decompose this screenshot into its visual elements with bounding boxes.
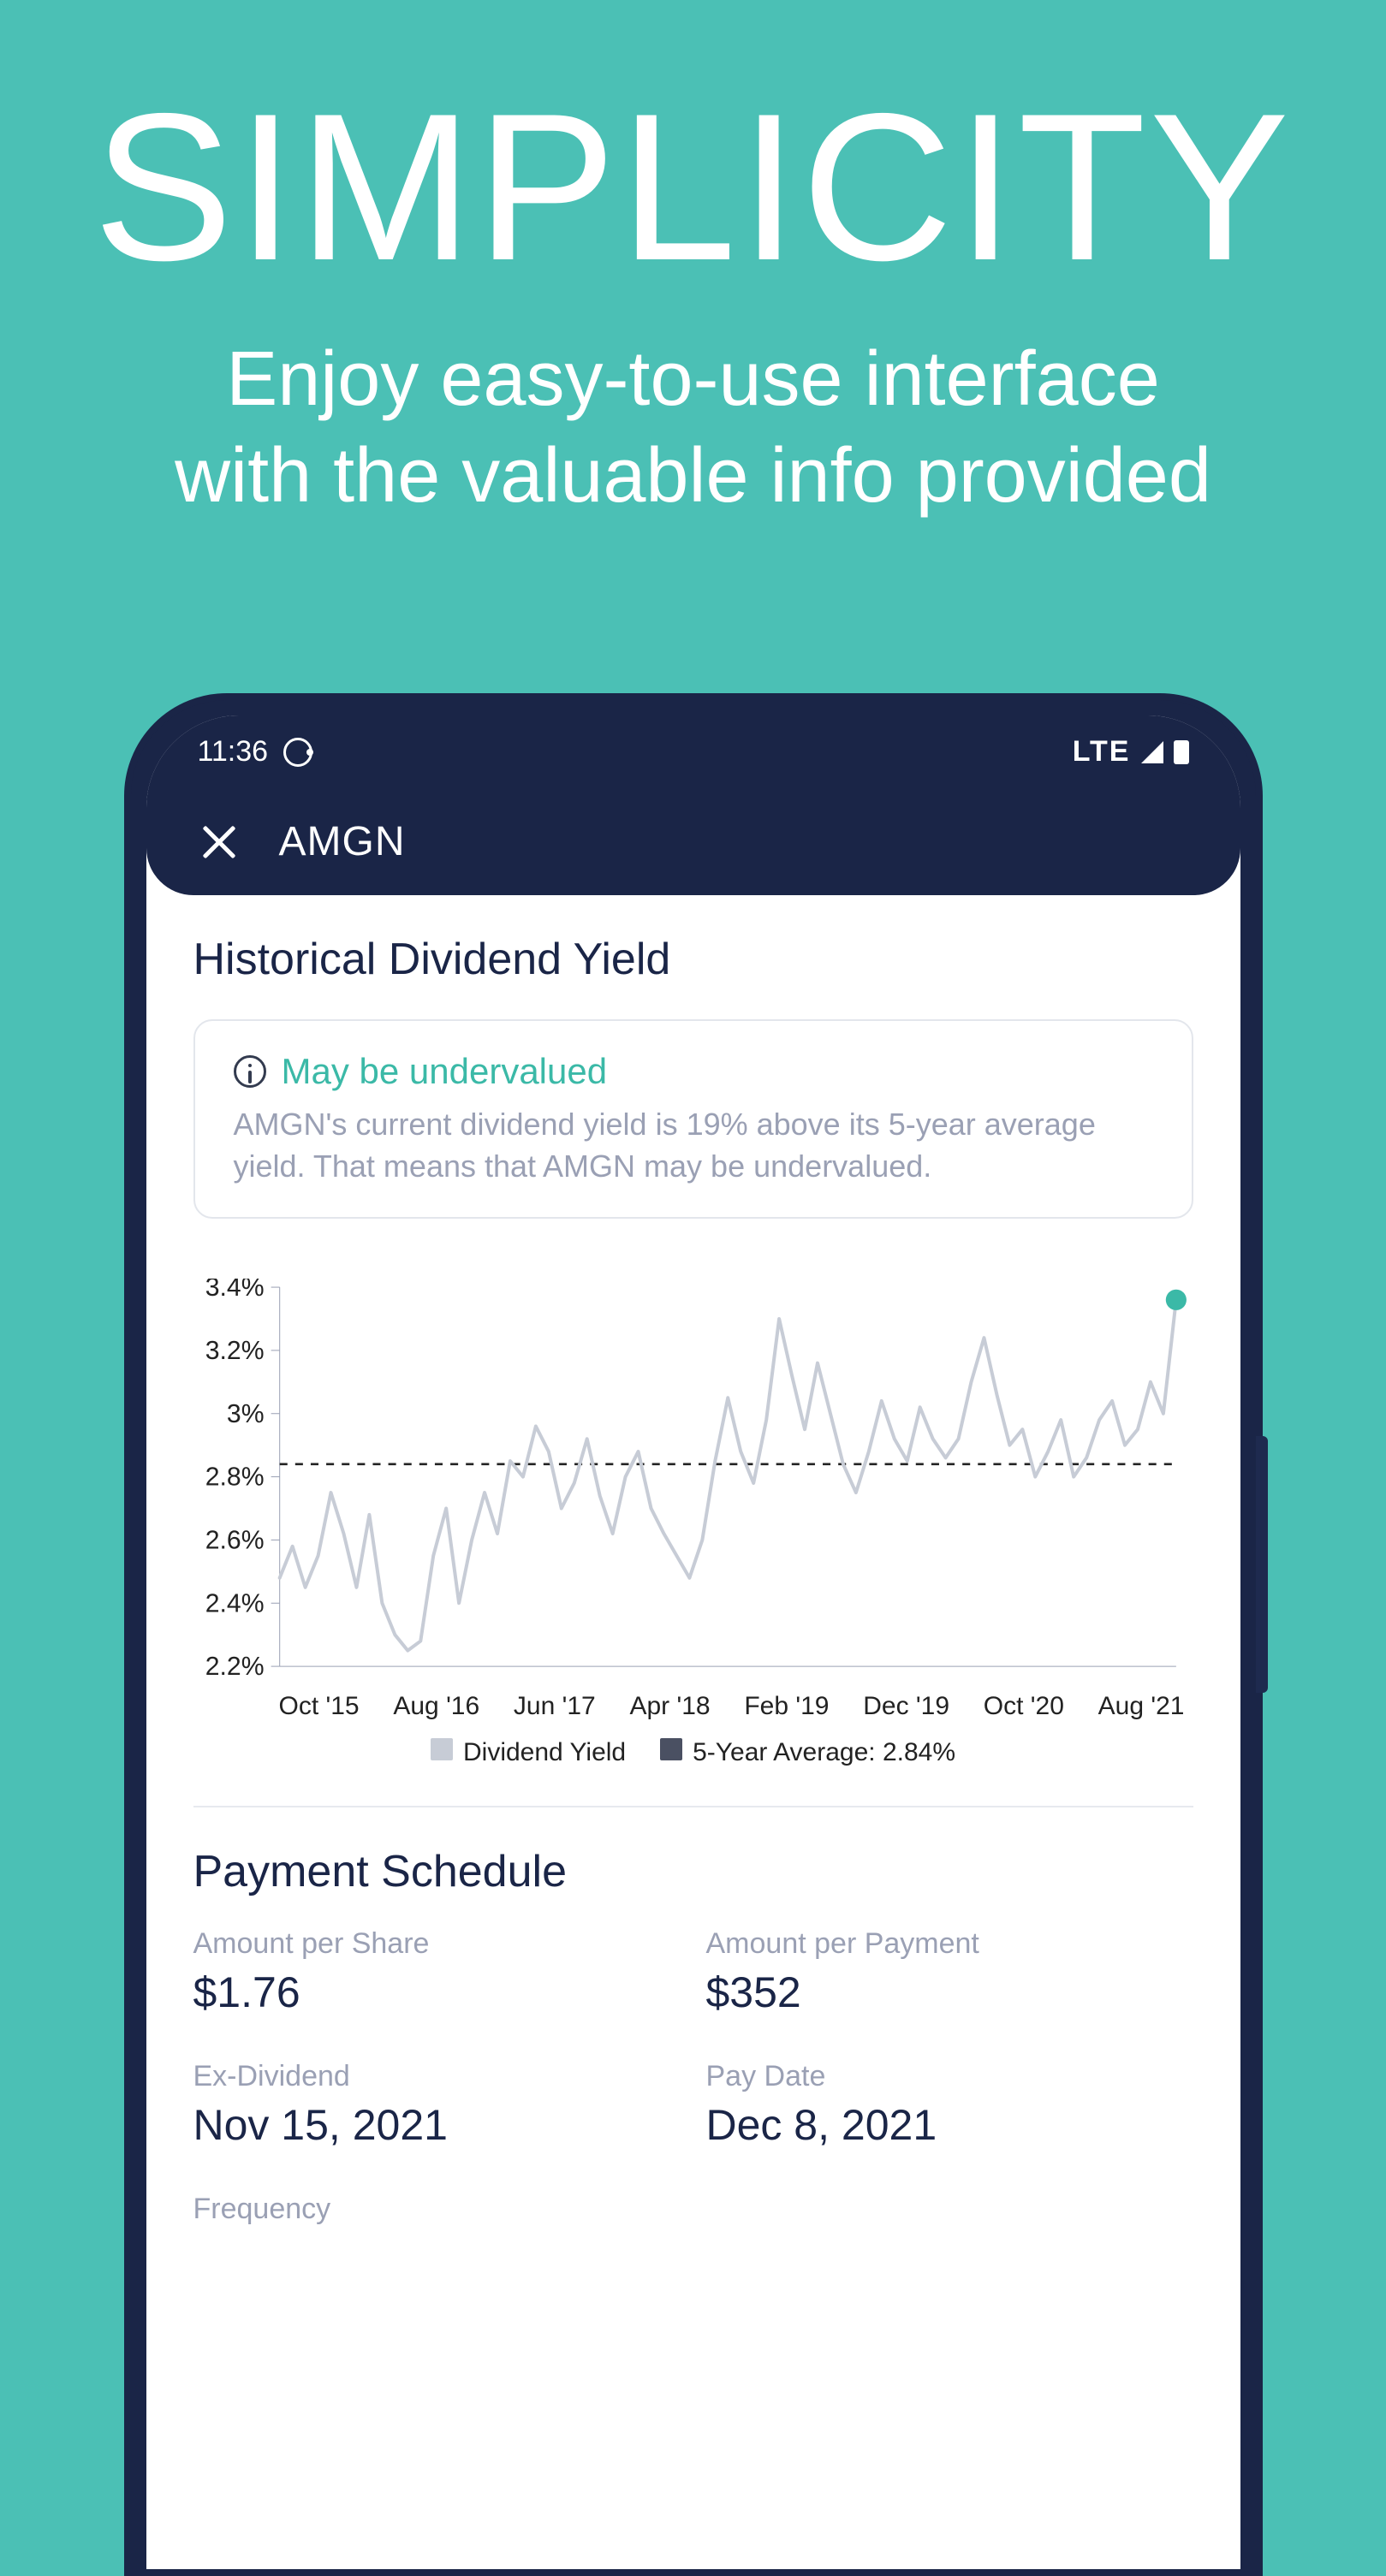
info-headline: May be undervalued xyxy=(282,1051,608,1092)
status-bar: 11:36 LTE xyxy=(146,715,1240,788)
phone-frame: 11:36 LTE AMGN Historical Dividend Yield… xyxy=(124,693,1263,2576)
valuation-info-box: May be undervalued AMGN's current divide… xyxy=(193,1019,1193,1219)
payment-label: Pay Date xyxy=(706,2060,1193,2093)
section-divider xyxy=(193,1806,1193,1807)
info-icon xyxy=(234,1055,266,1088)
notification-icon xyxy=(283,738,312,767)
x-tick: Feb '19 xyxy=(744,1692,829,1721)
x-tick: Oct '20 xyxy=(984,1692,1064,1721)
x-tick: Dec '19 xyxy=(863,1692,949,1721)
status-time: 11:36 xyxy=(198,735,269,769)
legend-swatch-average xyxy=(660,1738,682,1760)
dividend-yield-chart[interactable]: 3.4% 3.2% 3% 2.8% 2.6% 2.4% 2.2% Oct '15 Aug '1… xyxy=(193,1279,1193,1767)
svg-text:3.4%: 3.4% xyxy=(205,1279,264,1302)
payment-grid: Amount per Share $1.76 Amount per Payment $… xyxy=(193,1927,1193,2233)
section-title: Historical Dividend Yield xyxy=(193,934,1193,985)
x-tick: Jun '17 xyxy=(514,1692,596,1721)
ticker-title: AMGN xyxy=(279,818,406,865)
payment-value: $352 xyxy=(706,1968,1193,2017)
chart-svg: 3.4% 3.2% 3% 2.8% 2.6% 2.4% 2.2% xyxy=(193,1279,1193,1683)
phone-screen: 11:36 LTE AMGN Historical Dividend Yield… xyxy=(146,715,1240,2569)
chart-legend: Dividend Yield 5-Year Average: 2.84% xyxy=(193,1738,1193,1767)
payment-label: Frequency xyxy=(193,2193,681,2226)
app-bar: AMGN xyxy=(146,788,1240,895)
payment-label: Amount per Share xyxy=(193,1927,681,1961)
info-body: AMGN's current dividend yield is 19% abo… xyxy=(234,1104,1153,1187)
network-label: LTE xyxy=(1073,735,1131,769)
svg-text:2.2%: 2.2% xyxy=(205,1653,264,1681)
phone-side-button xyxy=(1256,1436,1268,1693)
battery-icon xyxy=(1174,740,1189,764)
payment-cell: Pay Date Dec 8, 2021 xyxy=(706,2060,1193,2150)
svg-text:3%: 3% xyxy=(226,1400,264,1428)
payment-value: Nov 15, 2021 xyxy=(193,2100,681,2150)
signal-icon xyxy=(1141,741,1163,763)
payment-label: Amount per Payment xyxy=(706,1927,1193,1961)
payment-value: Dec 8, 2021 xyxy=(706,2100,1193,2150)
payment-value: $1.76 xyxy=(193,1968,681,2017)
legend-swatch-series xyxy=(431,1738,453,1760)
hero-title: SIMPLICITY xyxy=(0,77,1386,297)
x-tick: Aug '21 xyxy=(1098,1692,1185,1721)
x-tick: Aug '16 xyxy=(393,1692,479,1721)
svg-text:2.6%: 2.6% xyxy=(205,1527,264,1555)
x-tick: Apr '18 xyxy=(629,1692,710,1721)
chart-x-ticks: Oct '15 Aug '16 Jun '17 Apr '18 Feb '19 Dec '… xyxy=(193,1692,1193,1721)
payment-cell: Ex-Dividend Nov 15, 2021 xyxy=(193,2060,681,2150)
svg-text:3.2%: 3.2% xyxy=(205,1337,264,1365)
payment-heading: Payment Schedule xyxy=(193,1846,1193,1897)
payment-cell: Amount per Payment $352 xyxy=(706,1927,1193,2017)
close-icon[interactable] xyxy=(202,825,236,859)
x-tick: Oct '15 xyxy=(279,1692,360,1721)
payment-label: Ex-Dividend xyxy=(193,2060,681,2093)
svg-text:2.8%: 2.8% xyxy=(205,1463,264,1492)
hero-subtitle: Enjoy easy-to-use interface with the val… xyxy=(0,331,1386,524)
payment-cell: Frequency xyxy=(193,2193,681,2233)
svg-text:2.4%: 2.4% xyxy=(205,1590,264,1618)
payment-cell: Amount per Share $1.76 xyxy=(193,1927,681,2017)
promo-hero: SIMPLICITY Enjoy easy-to-use interface w… xyxy=(0,0,1386,524)
